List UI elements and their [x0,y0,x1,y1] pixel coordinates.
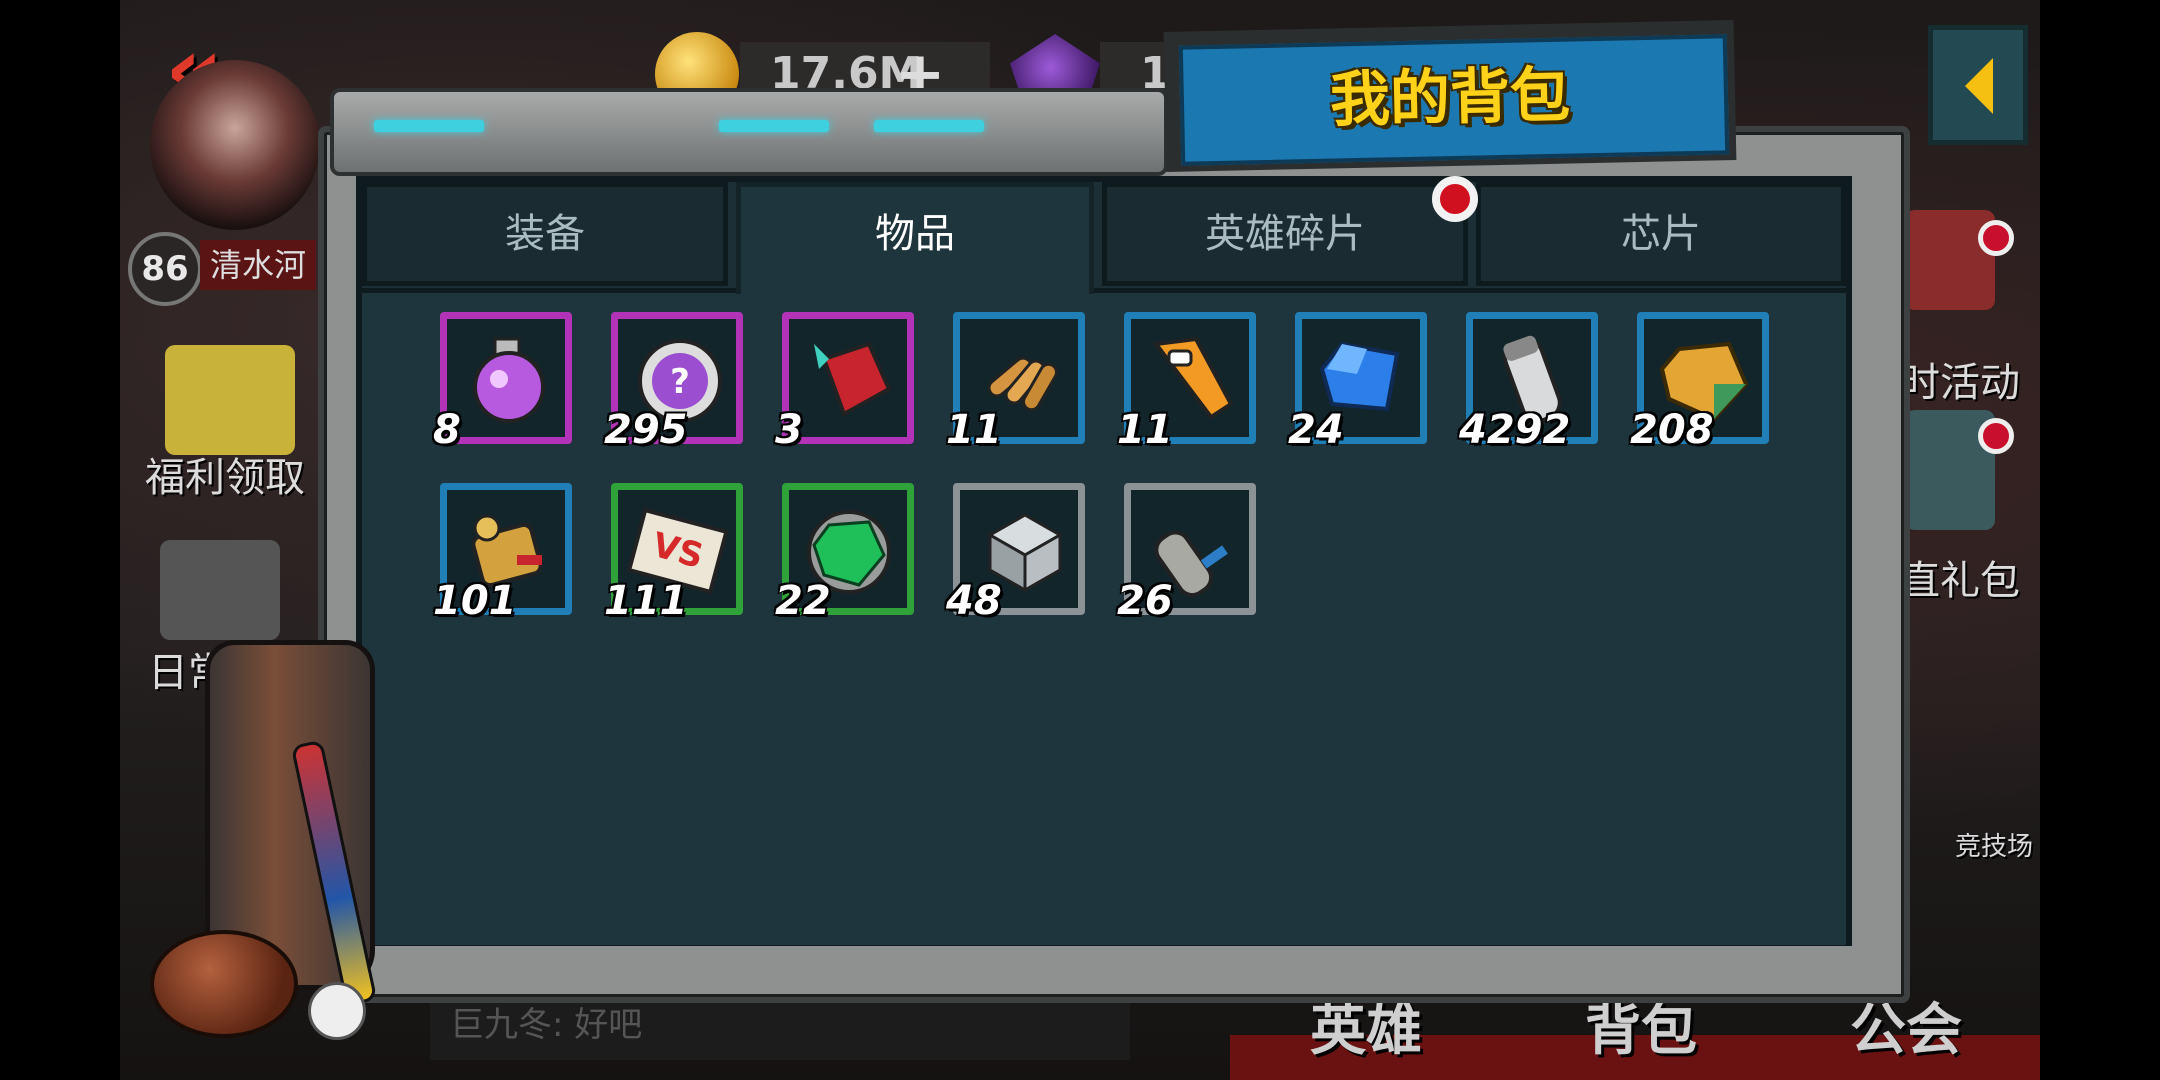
item-slot[interactable]: 3 [775,312,914,453]
item-count: 3 [775,407,803,453]
item-count: 48 [946,578,1002,624]
red-scroll-icon [814,341,892,417]
item-grid-area [362,288,1846,945]
item-count: 8 [433,407,461,453]
purple-potion-icon [473,337,545,423]
item-count: 24 [1288,407,1344,453]
item-slot[interactable]: 208 [1630,312,1769,453]
item-count: 4292 [1459,407,1571,453]
event-label[interactable]: 时活动 [1900,350,2020,408]
gift-pack-label[interactable]: 直礼包 [1900,548,2020,606]
baseball-decoration [308,982,366,1040]
item-count: 22 [775,578,831,624]
event-icon[interactable] [1905,210,1995,310]
player-name: 清水河 [200,240,317,290]
item-count: 11 [1117,407,1173,453]
item-slot[interactable]: 11 [1117,312,1256,453]
item-slot[interactable]: 11 [946,312,1085,453]
notification-dot [1978,418,2014,454]
svg-text:?: ? [670,362,690,402]
welfare-label[interactable]: 福利领取 [145,445,305,503]
item-slot[interactable]: ? 295 [604,312,743,453]
tab-equipment[interactable]: 装备 [362,182,728,286]
item-slot[interactable]: 26 [1117,483,1256,624]
hero-fragments-badge [1432,176,1478,222]
arrow-left-icon [1965,58,1993,114]
frame-light [719,120,829,132]
tab-hero-fragments[interactable]: 英雄碎片 [1102,182,1468,286]
item-count: 26 [1117,578,1173,624]
item-slot[interactable]: VS 111 [604,483,743,624]
calendar-icon[interactable] [160,540,280,640]
arena-label[interactable]: 竞技场 [1955,826,2033,863]
tab-items[interactable]: 物品 [736,182,1094,294]
backpack-tabs: 装备 物品 英雄碎片 芯片 [362,182,1846,294]
item-count: 208 [1630,407,1714,453]
item-slot[interactable]: 48 [946,483,1085,624]
item-slot[interactable]: 8 [433,312,572,453]
item-slot[interactable]: 24 [1288,312,1427,453]
item-count: 101 [433,578,517,624]
frame-header-decoration [330,88,1168,176]
player-level-badge: 86 [128,232,202,306]
item-slot[interactable]: 4292 [1459,312,1598,453]
item-slot[interactable]: 101 [433,483,572,624]
frame-light [874,120,984,132]
notification-dot [1978,220,2014,256]
welfare-icon[interactable] [165,345,295,455]
dialog-title: 我的背包 [1329,60,1571,136]
right-panel-toggle[interactable] [1928,25,2028,145]
item-count: 111 [604,578,688,624]
item-slot[interactable]: 22 [775,483,914,624]
tab-chips[interactable]: 芯片 [1476,182,1846,286]
item-count: 11 [946,407,1002,453]
item-count: 295 [604,407,688,453]
football-decoration [150,930,298,1038]
frame-light [374,120,484,132]
hero-avatar[interactable] [150,60,320,230]
